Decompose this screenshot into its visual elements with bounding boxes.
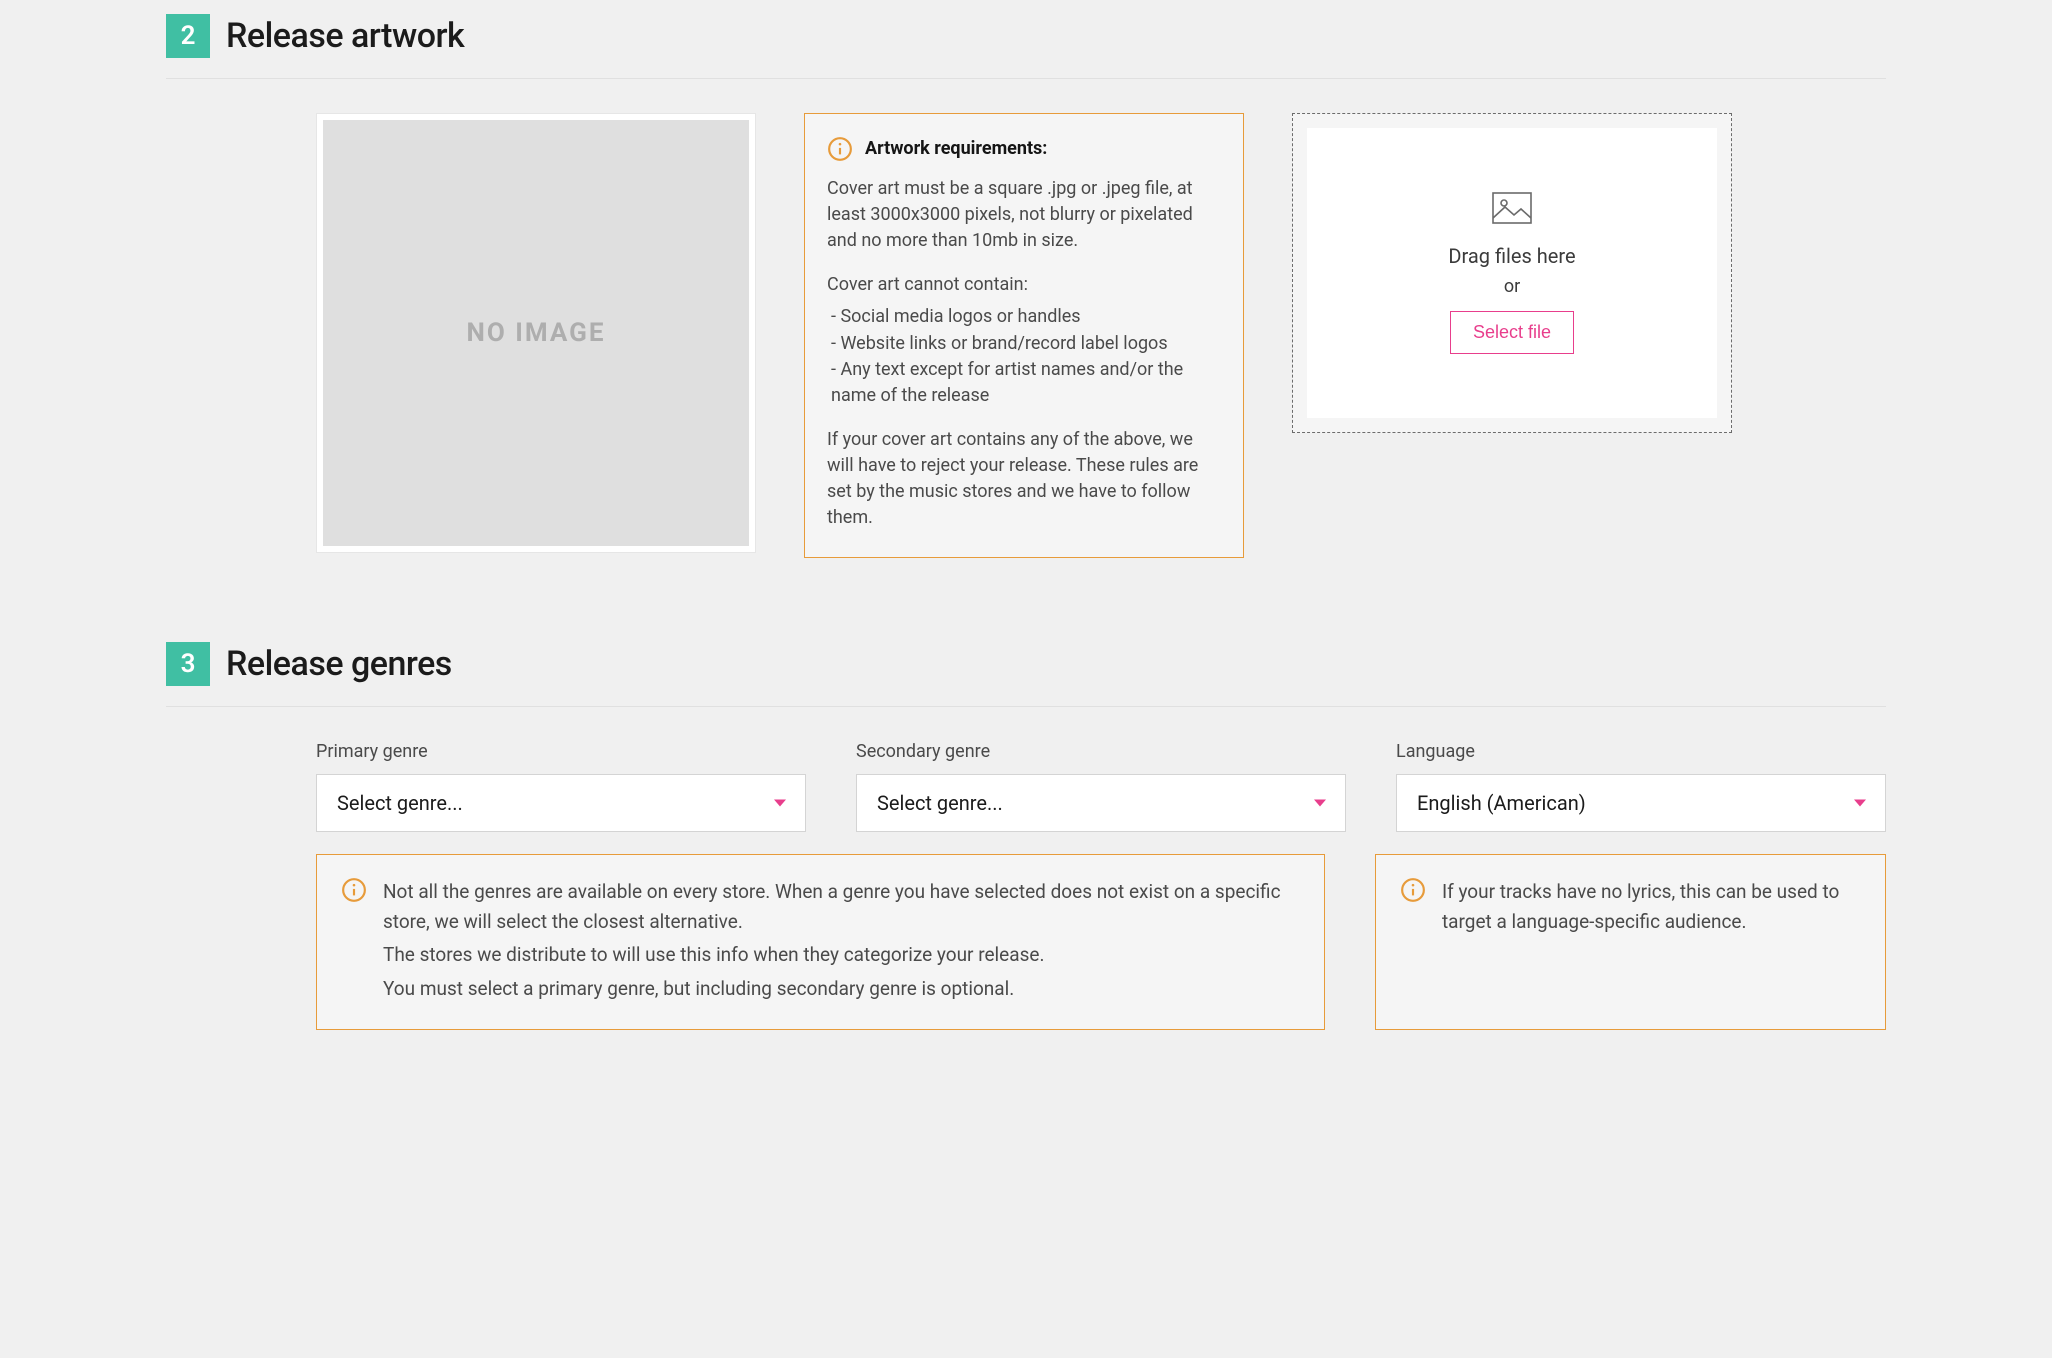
genre-notice-line: Not all the genres are available on ever… [383, 877, 1300, 936]
section-header-artwork: 2 Release artwork [166, 0, 1886, 79]
section-title: Release artwork [226, 16, 464, 56]
step-badge: 2 [166, 14, 210, 58]
genre-notice: Not all the genres are available on ever… [316, 854, 1325, 1030]
requirements-cannot-label: Cover art cannot contain: [827, 272, 1221, 298]
requirements-intro: Cover art must be a square .jpg or .jpeg… [827, 176, 1221, 254]
info-icon [1400, 877, 1426, 903]
primary-genre-select[interactable]: Select genre... [316, 774, 806, 832]
notice-row: Not all the genres are available on ever… [316, 854, 1886, 1030]
select-file-button[interactable]: Select file [1450, 311, 1574, 354]
caret-down-icon [1314, 800, 1326, 807]
artwork-requirements-box: Artwork requirements: Cover art must be … [804, 113, 1244, 558]
genre-fields-row: Primary genre Select genre... Secondary … [316, 741, 1886, 832]
dropzone-or: or [1504, 276, 1520, 297]
requirements-heading: Artwork requirements: [865, 136, 1047, 162]
artwork-dropzone[interactable]: Drag files here or Select file [1292, 113, 1732, 433]
requirements-list: Social media logos or handles Website li… [831, 304, 1221, 408]
artwork-preview-placeholder: NO IMAGE [323, 120, 749, 546]
secondary-genre-label: Secondary genre [856, 741, 1346, 762]
artwork-row: NO IMAGE Artwork requirements: Cover art… [316, 113, 1886, 558]
secondary-genre-field: Secondary genre Select genre... [856, 741, 1346, 832]
primary-genre-field: Primary genre Select genre... [316, 741, 806, 832]
secondary-genre-select[interactable]: Select genre... [856, 774, 1346, 832]
language-field: Language English (American) [1396, 741, 1886, 832]
requirements-list-item: Website links or brand/record label logo… [831, 331, 1221, 357]
language-select[interactable]: English (American) [1396, 774, 1886, 832]
language-notice: If your tracks have no lyrics, this can … [1375, 854, 1886, 1030]
requirements-footer: If your cover art contains any of the ab… [827, 427, 1221, 531]
info-icon [341, 877, 367, 903]
caret-down-icon [774, 800, 786, 807]
dropzone-text: Drag files here [1448, 244, 1575, 268]
caret-down-icon [1854, 800, 1866, 807]
image-icon [1492, 192, 1532, 228]
primary-genre-value: Select genre... [316, 774, 806, 832]
requirements-list-item: Any text except for artist names and/or … [831, 357, 1221, 409]
genre-notice-line: You must select a primary genre, but inc… [383, 974, 1300, 1003]
section-header-genres: 3 Release genres [166, 628, 1886, 707]
secondary-genre-value: Select genre... [856, 774, 1346, 832]
artwork-preview: NO IMAGE [316, 113, 756, 553]
genre-notice-line: The stores we distribute to will use thi… [383, 940, 1300, 969]
step-badge: 3 [166, 642, 210, 686]
language-notice-text: If your tracks have no lyrics, this can … [1442, 877, 1861, 936]
section-title: Release genres [226, 644, 452, 684]
primary-genre-label: Primary genre [316, 741, 806, 762]
requirements-list-item: Social media logos or handles [831, 304, 1221, 330]
info-icon [827, 136, 853, 162]
language-label: Language [1396, 741, 1886, 762]
language-value: English (American) [1396, 774, 1886, 832]
